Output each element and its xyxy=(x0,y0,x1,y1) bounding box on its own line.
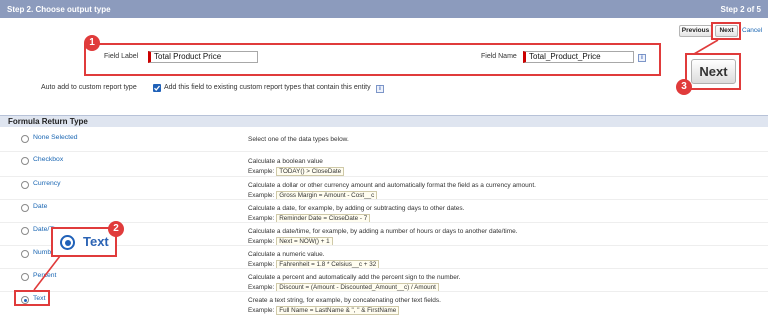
type-desc-text: Create a text string, for example, by co… xyxy=(248,297,441,304)
type-example-text: Example: Full Name = LastName & ", " & Fi… xyxy=(248,306,400,315)
radio-none[interactable] xyxy=(21,135,29,143)
type-desc-number: Calculate a numeric value. xyxy=(248,251,325,258)
type-desc-date: Calculate a date, for example, by adding… xyxy=(248,205,465,212)
step-counter: Step 2 of 5 xyxy=(720,4,761,14)
step-title: Step 2. Choose output type xyxy=(7,4,111,14)
field-name-caption: Field Name xyxy=(481,53,517,60)
field-name-info-icon[interactable]: i xyxy=(638,54,646,62)
auto-add-label: Add this field to existing custom report… xyxy=(164,84,371,91)
auto-add-checkbox[interactable] xyxy=(153,84,161,92)
divider xyxy=(0,151,768,152)
type-label-none[interactable]: None Selected xyxy=(33,134,78,141)
step-header: Step 2. Choose output type Step 2 of 5 xyxy=(0,0,768,18)
auto-add-caption: Auto add to custom report type xyxy=(41,84,137,91)
callout-connector-2 xyxy=(33,255,61,291)
type-desc-currency: Calculate a dollar or other currency amo… xyxy=(248,182,536,189)
callout-badge-3: 3 xyxy=(676,79,692,95)
radio-percent[interactable] xyxy=(21,273,29,281)
callout-badge-2: 2 xyxy=(108,221,124,237)
divider xyxy=(0,268,768,269)
type-example-checkbox: Example: TODAY() > CloseDate xyxy=(248,167,345,176)
field-name-input[interactable]: Total_Product_Price xyxy=(523,51,634,63)
big-next-button[interactable]: Next xyxy=(691,59,736,84)
section-title: Formula Return Type xyxy=(8,117,88,126)
radio-currency[interactable] xyxy=(21,181,29,189)
checkmark-icon xyxy=(154,85,161,91)
zoom-text-label: Text xyxy=(83,234,109,249)
page: Step 2. Choose output type Step 2 of 5 P… xyxy=(0,0,768,315)
callout-connector-3 xyxy=(693,39,719,55)
radio-checkbox[interactable] xyxy=(21,157,29,165)
divider xyxy=(0,199,768,200)
formula-return-type-header: Formula Return Type xyxy=(0,115,768,127)
previous-button[interactable]: Previous xyxy=(679,25,712,37)
type-desc-none: Select one of the data types below. xyxy=(248,136,349,143)
radio-number[interactable] xyxy=(21,250,29,258)
callout-badge-1: 1 xyxy=(84,35,100,51)
type-label-currency[interactable]: Currency xyxy=(33,180,61,187)
big-radio-text[interactable] xyxy=(60,235,75,250)
radio-date[interactable] xyxy=(21,204,29,212)
divider xyxy=(0,291,768,292)
text-zoom-box: Text xyxy=(51,227,117,257)
type-label-checkbox[interactable]: Checkbox xyxy=(33,156,63,163)
type-desc-percent: Calculate a percent and automatically ad… xyxy=(248,274,461,281)
text-option-highlight-box xyxy=(14,290,50,306)
radio-datetime[interactable] xyxy=(21,227,29,235)
field-label-caption: Field Label xyxy=(104,53,139,60)
type-desc-datetime: Calculate a date/time, for example, by a… xyxy=(248,228,518,235)
auto-add-info-icon[interactable]: i xyxy=(376,85,384,93)
type-label-date[interactable]: Date xyxy=(33,203,47,210)
divider xyxy=(0,176,768,177)
type-desc-checkbox: Calculate a boolean value xyxy=(248,158,323,165)
cancel-link[interactable]: Cancel xyxy=(742,27,762,34)
field-label-input[interactable]: Total Product Price xyxy=(148,51,258,63)
